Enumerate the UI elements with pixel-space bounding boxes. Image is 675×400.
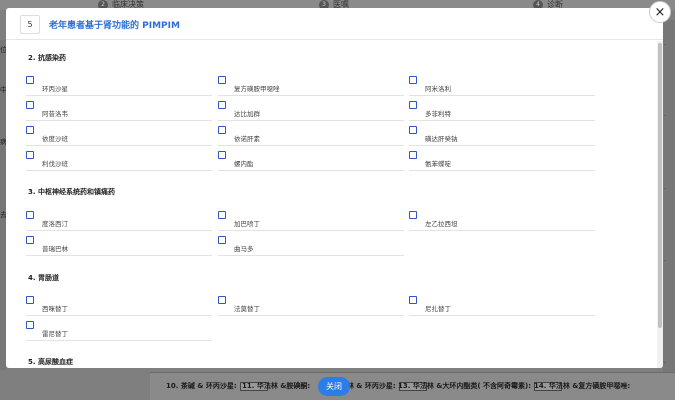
option-label: 磺达肝癸钠: [425, 135, 458, 143]
option-label: 氨苯蝶啶: [425, 160, 451, 168]
option-label: 达比加群: [234, 110, 260, 118]
checkbox[interactable]: [26, 76, 34, 84]
background-interaction-row: 10. 茶碱 & 环丙沙星: 11. 华法林 &胺碘酮: 12. 华法林 & 环…: [150, 372, 675, 400]
option-ranitidine[interactable]: 雷尼替丁: [26, 321, 212, 341]
option-dofetilide[interactable]: 多非利特: [409, 101, 595, 121]
option-label: 度洛西汀: [42, 220, 68, 228]
option-pregabalin[interactable]: 普瑞巴林: [26, 236, 212, 256]
option-cimetidine[interactable]: 西咪替丁: [26, 296, 212, 316]
checkbox[interactable]: [26, 296, 34, 304]
checkbox[interactable]: [26, 151, 34, 159]
checkbox[interactable]: [218, 126, 226, 134]
modal-title: 老年患者基于肾功能的 PIMPIM: [49, 21, 180, 31]
option-tramadol[interactable]: 曲马多: [218, 236, 404, 256]
checkbox[interactable]: [409, 151, 417, 159]
checkbox[interactable]: [218, 76, 226, 84]
modal-body[interactable]: 2. 抗感染药 环丙沙星 复方磺胺甲噁唑 阿米洛利 阿昔洛韦 达比加群 多非利特…: [6, 41, 663, 368]
option-edoxaban[interactable]: 依度沙班: [26, 126, 212, 146]
close-icon[interactable]: ×: [649, 1, 671, 23]
bg-interaction-item: 11. 华法林 &胺碘酮:: [242, 382, 311, 390]
checkbox[interactable]: [26, 211, 34, 219]
bg-fragment: ·: [664, 258, 666, 265]
checkbox[interactable]: [218, 211, 226, 219]
checkbox[interactable]: [26, 126, 34, 134]
checkbox[interactable]: [26, 236, 34, 244]
option-label: 法莫替丁: [234, 305, 260, 313]
section-title-anti-infective: 2. 抗感染药: [28, 54, 66, 62]
checkbox[interactable]: [26, 101, 34, 109]
option-label: 西咪替丁: [42, 305, 68, 313]
option-dabigatran[interactable]: 达比加群: [218, 101, 404, 121]
option-spironolactone[interactable]: 螺内酯: [218, 151, 404, 171]
modal-number-box: 5: [20, 15, 40, 34]
option-nizatidine[interactable]: 尼扎替丁: [409, 296, 595, 316]
modal-scrollbar[interactable]: [657, 41, 663, 368]
option-label: 多非利特: [425, 110, 451, 118]
option-label: 尼扎替丁: [425, 305, 451, 313]
checkbox[interactable]: [218, 296, 226, 304]
option-label: 曲马多: [234, 245, 254, 253]
modal-header: 5 老年患者基于肾功能的 PIMPIM: [6, 8, 663, 40]
bg-fragment: ·: [664, 360, 666, 367]
option-label: 左乙拉西坦: [425, 220, 458, 228]
close-button[interactable]: 关闭: [318, 377, 350, 396]
option-enoxaparin[interactable]: 依诺肝素: [218, 126, 404, 146]
checkbox[interactable]: [409, 76, 417, 84]
checkbox[interactable]: [409, 126, 417, 134]
bg-fragment: ·: [664, 186, 666, 193]
option-label: 阿米洛利: [425, 85, 451, 93]
option-rivaroxaban[interactable]: 利伐沙班: [26, 151, 212, 171]
checkbox[interactable]: [218, 151, 226, 159]
section-title-cns: 3. 中枢神经系统药和镇痛药: [28, 188, 115, 196]
background-right-panel: · · · · ·: [663, 20, 675, 380]
checkbox[interactable]: [409, 101, 417, 109]
option-aciclovir[interactable]: 阿昔洛韦: [26, 101, 212, 121]
pim-modal: 5 老年患者基于肾功能的 PIMPIM 2. 抗感染药 环丙沙星 复方磺胺甲噁唑…: [6, 8, 663, 368]
bg-fragment: ·: [664, 113, 666, 120]
option-label: 加巴喷丁: [234, 220, 260, 228]
option-triamterene[interactable]: 氨苯蝶啶: [409, 151, 595, 171]
option-label: 螺内酯: [234, 160, 254, 168]
option-label: 依度沙班: [42, 135, 68, 143]
checkbox[interactable]: [26, 321, 34, 329]
option-label: 依诺肝素: [234, 135, 260, 143]
option-label: 复方磺胺甲噁唑: [234, 85, 280, 93]
checkbox[interactable]: [218, 236, 226, 244]
checkbox[interactable]: [218, 101, 226, 109]
option-ciprofloxacin[interactable]: 环丙沙星: [26, 76, 212, 96]
bg-fragment: ·: [664, 42, 666, 49]
option-label: 环丙沙星: [42, 85, 68, 93]
option-famotidine[interactable]: 法莫替丁: [218, 296, 404, 316]
option-amiloride[interactable]: 阿米洛利: [409, 76, 595, 96]
option-fondaparinux[interactable]: 磺达肝癸钠: [409, 126, 595, 146]
option-label: 普瑞巴林: [42, 245, 68, 253]
option-label: 雷尼替丁: [42, 330, 68, 338]
bg-interaction-item: 14. 华法林 &复方磺胺甲噁唑:: [534, 382, 631, 390]
option-label: 利伐沙班: [42, 160, 68, 168]
option-levetiracetam[interactable]: 左乙拉西坦: [409, 211, 595, 231]
option-duloxetine[interactable]: 度洛西汀: [26, 211, 212, 231]
checkbox[interactable]: [409, 296, 417, 304]
section-title-gi: 4. 胃肠道: [28, 274, 59, 282]
option-label: 阿昔洛韦: [42, 110, 68, 118]
checkbox[interactable]: [409, 211, 417, 219]
option-smz[interactable]: 复方磺胺甲噁唑: [218, 76, 404, 96]
section-title-hyperuricemia: 5. 高尿酸血症: [28, 358, 73, 366]
option-gabapentin[interactable]: 加巴喷丁: [218, 211, 404, 231]
scrollbar-thumb[interactable]: [658, 43, 662, 328]
